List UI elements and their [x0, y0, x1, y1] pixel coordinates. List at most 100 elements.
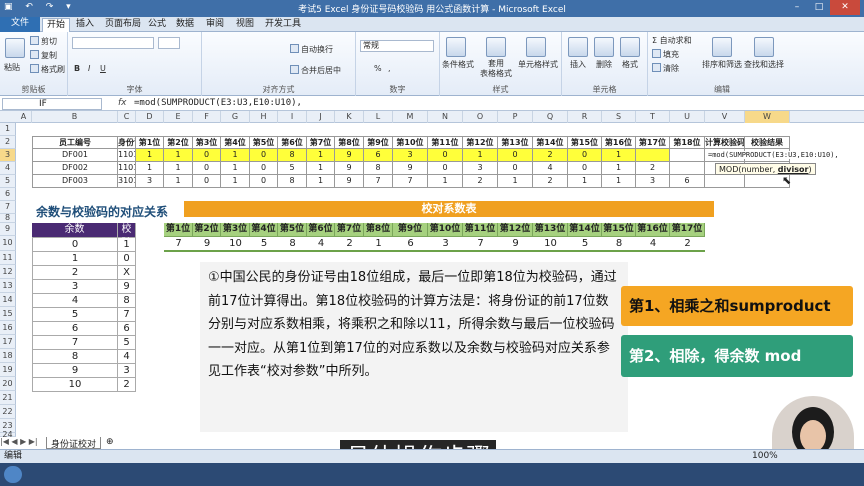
left-table-cell[interactable]: 7	[32, 336, 118, 350]
left-table-cell[interactable]: 1	[118, 238, 136, 252]
table-cell[interactable]: 1	[221, 149, 250, 162]
table-cell[interactable]: 1	[602, 149, 636, 162]
column-header-k[interactable]: K	[335, 111, 364, 123]
left-table-cell[interactable]: 7	[118, 308, 136, 322]
row-header-4[interactable]: 4	[0, 162, 16, 175]
left-table-cell[interactable]: 4	[118, 350, 136, 364]
left-table-cell[interactable]: 6	[32, 322, 118, 336]
column-header-s[interactable]: S	[602, 111, 636, 123]
table-cell[interactable]: 1	[307, 149, 335, 162]
table-cell[interactable]: 2	[533, 175, 568, 188]
coef-value-cell[interactable]: 8	[602, 237, 636, 252]
table-cell[interactable]	[670, 162, 705, 175]
column-header-g[interactable]: G	[221, 111, 250, 123]
left-table-cell[interactable]: 5	[118, 336, 136, 350]
column-header-e[interactable]: E	[164, 111, 193, 123]
table-cell[interactable]: 8	[278, 175, 307, 188]
table-cell[interactable]: 0	[568, 149, 602, 162]
table-cell[interactable]: 1	[463, 149, 498, 162]
table-cell[interactable]: 0	[568, 162, 602, 175]
table-cell[interactable]: 1	[498, 175, 533, 188]
column-header-f[interactable]: F	[193, 111, 221, 123]
coef-value-cell[interactable]: 5	[568, 237, 602, 252]
table-cell[interactable]: 0	[498, 149, 533, 162]
table-format-button[interactable]: 套用 表格格式	[480, 59, 512, 79]
table-cell[interactable]: 3	[636, 175, 670, 188]
sheet-tab-idcheck[interactable]: 身份证校对	[46, 437, 102, 450]
tab-file[interactable]: 文件	[0, 17, 40, 32]
left-table-cell[interactable]: 0	[118, 252, 136, 266]
table-cell[interactable]: 2	[533, 149, 568, 162]
column-header-t[interactable]: T	[636, 111, 670, 123]
table-cell[interactable]: 1	[568, 175, 602, 188]
table-cell[interactable]: 1	[164, 175, 193, 188]
tab-page-layout[interactable]: 页面布局	[101, 18, 145, 32]
table-cell[interactable]: 0	[250, 149, 278, 162]
column-header-j[interactable]: J	[307, 111, 335, 123]
tab-review[interactable]: 审阅	[202, 18, 228, 32]
table-cell[interactable]: 1	[164, 149, 193, 162]
close-button[interactable]: ✕	[830, 0, 860, 15]
table-cell[interactable]: 6	[364, 149, 393, 162]
table-cell[interactable]	[670, 149, 705, 162]
coef-value-cell[interactable]: 8	[278, 237, 307, 252]
table-cell[interactable]: 1	[307, 175, 335, 188]
find-select-icon[interactable]	[754, 37, 774, 57]
delete-cells-button[interactable]: 删除	[596, 59, 612, 70]
table-cell[interactable]	[636, 149, 670, 162]
column-header-n[interactable]: N	[428, 111, 463, 123]
conditional-format-icon[interactable]	[446, 37, 466, 57]
row-header-20[interactable]: 20	[0, 377, 16, 391]
minimize-button[interactable]: –	[786, 0, 808, 15]
table-cell[interactable]: DF003	[32, 175, 118, 188]
row-header-5[interactable]: 5	[0, 175, 16, 188]
column-header-i[interactable]: I	[278, 111, 307, 123]
percent-button[interactable]: %	[374, 64, 382, 73]
row-header-17[interactable]: 17	[0, 335, 16, 349]
table-cell[interactable]: 0	[428, 162, 463, 175]
row-header-3[interactable]: 3	[0, 149, 16, 162]
coef-value-cell[interactable]: 3	[428, 237, 463, 252]
table-format-icon[interactable]	[486, 37, 506, 57]
paste-icon[interactable]	[5, 38, 25, 58]
row-header-1[interactable]: 1	[0, 123, 16, 136]
table-cell[interactable]: 1	[221, 162, 250, 175]
table-cell[interactable]: 0	[428, 149, 463, 162]
column-header-r[interactable]: R	[568, 111, 602, 123]
left-table-cell[interactable]: 6	[118, 322, 136, 336]
row-header-9[interactable]: 9	[0, 223, 16, 236]
sort-filter-button[interactable]: 排序和筛选	[702, 59, 742, 70]
column-header-d[interactable]: D	[136, 111, 164, 123]
cell-styles-icon[interactable]	[526, 37, 546, 57]
table-cell[interactable]: 7	[364, 175, 393, 188]
bold-button[interactable]: B	[74, 64, 80, 73]
new-sheet-icon[interactable]: ⊕	[106, 437, 114, 449]
cell-edit-text[interactable]: =mod(SUMPRODUCT(E3:U3,E10:U10),	[708, 151, 839, 159]
table-cell[interactable]: 110108198903040126	[118, 162, 136, 175]
row-header-12[interactable]: 12	[0, 265, 16, 279]
row-header-11[interactable]: 11	[0, 251, 16, 265]
table-cell[interactable]: 3	[463, 162, 498, 175]
left-table-cell[interactable]: 2	[32, 266, 118, 280]
left-table-cell[interactable]: 2	[118, 378, 136, 392]
left-table-cell[interactable]: 9	[32, 364, 118, 378]
left-table-cell[interactable]: 8	[118, 294, 136, 308]
cut-button[interactable]: 剪切	[30, 36, 57, 47]
start-button-icon[interactable]	[4, 466, 22, 483]
table-cell[interactable]: 3	[136, 175, 164, 188]
table-cell[interactable]: 0	[193, 162, 221, 175]
coef-value-cell[interactable]: 9	[193, 237, 221, 252]
column-header-h[interactable]: H	[250, 111, 278, 123]
table-cell[interactable]: DF002	[32, 162, 118, 175]
table-cell[interactable]: 0	[498, 162, 533, 175]
table-cell[interactable]: 0	[193, 149, 221, 162]
table-cell[interactable]: 11010819630102011X	[118, 149, 136, 162]
italic-button[interactable]: I	[88, 64, 90, 73]
table-cell[interactable]: 1	[136, 162, 164, 175]
conditional-format-button[interactable]: 条件格式	[442, 59, 474, 70]
table-cell[interactable]: 5	[278, 162, 307, 175]
row-header-2[interactable]: 2	[0, 136, 16, 149]
table-cell[interactable]: 1	[602, 162, 636, 175]
row-header-6[interactable]: 6	[0, 188, 16, 201]
table-cell[interactable]: 1	[307, 162, 335, 175]
